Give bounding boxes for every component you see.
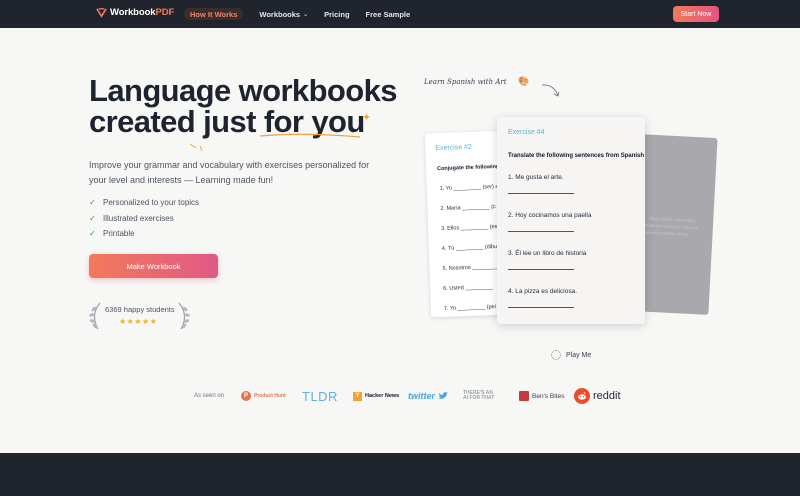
worksheet-card-exercise-4: Exercise #4 Translate the following sent… (497, 117, 645, 324)
nav-workbooks-label: Workbooks (259, 9, 301, 19)
exercise-row: 4. Tú _________ (dibu (441, 244, 498, 252)
feature-item: ✓ Personalized to your topics (89, 195, 199, 211)
play-label: Play Me (566, 351, 592, 359)
product-hunt-icon: P (241, 391, 251, 401)
back-card-text: ...dibujo retrato sobre reflejo fondo co… (644, 215, 698, 237)
answer-line (508, 307, 574, 308)
exercise-row: 2. María _________ (c (440, 204, 496, 212)
feature-list: ✓ Personalized to your topics ✓ Illustrate… (89, 195, 199, 242)
bens-bites-text: Ben's Bites (532, 392, 565, 400)
rating-stars-icon: ★★★★★ (119, 317, 158, 326)
footer-section (0, 453, 800, 496)
product-hunt-logo[interactable]: P Product Hunt (241, 389, 286, 403)
question-text: 4. La pizza es deliciosa. (508, 288, 578, 295)
twitter-text: twitter (408, 391, 435, 401)
tldr-text: TLDR (302, 388, 338, 404)
nav-pricing[interactable]: Pricing (324, 8, 349, 20)
feature-item: ✓ Printable (89, 226, 199, 242)
exercise-row: 6. Usted _________ (443, 284, 493, 292)
aift-line2: AI FOR THAT (463, 395, 495, 401)
feature-label: Printable (103, 229, 135, 239)
twitter-bird-icon (438, 392, 448, 399)
exercise-number: Exercise #4 (508, 129, 545, 136)
nav-how-it-works[interactable]: How It Works (184, 8, 244, 20)
reddit-icon (574, 388, 590, 404)
check-icon: ✓ (89, 198, 96, 208)
logo[interactable]: WorkbookPDF (96, 7, 174, 18)
as-seen-on-label: As seen on (194, 393, 225, 399)
top-navbar: WorkbookPDF How It Works Workbooks ⌄ Pric… (0, 0, 800, 28)
logo-text: WorkbookPDF (110, 7, 175, 18)
aift-text: THERE'S AN AI FOR THAT (463, 391, 494, 401)
feature-item: ✓ Illustrated exercises (89, 211, 199, 227)
happy-students-count: 6369 happy students (105, 305, 175, 314)
exercise-row: 5. Nosotros _________ (442, 263, 500, 272)
title-underline-decoration (189, 133, 361, 152)
hacker-news-logo[interactable]: Y Hacker News (353, 389, 399, 403)
exercise-row: 1. Yo _________ (ser) a (439, 183, 499, 192)
question-text: 2. Hoy cocinamos una paella (508, 212, 592, 219)
hacker-news-icon: Y (353, 391, 362, 401)
art-caption: Learn Spanish with Art (424, 78, 507, 86)
theres-an-ai-for-that-logo[interactable]: THERE'S AN AI FOR THAT (463, 389, 494, 403)
bens-bites-logo[interactable]: Ben's Bites (519, 389, 564, 403)
laurel-left-icon (89, 302, 101, 330)
answer-line (508, 231, 574, 232)
feature-label: Illustrated exercises (103, 213, 174, 223)
question-text: 1. Me gusta el arte. (508, 174, 564, 181)
start-now-button[interactable]: Start Now (673, 6, 719, 22)
answer-line (508, 269, 574, 270)
make-workbook-button[interactable]: Make Workbook (89, 254, 218, 278)
question-text: 3. Él lee un libro de historia (508, 250, 587, 257)
curved-arrow-icon (541, 84, 560, 97)
bens-bites-icon (519, 391, 529, 401)
palette-icon: 🎨 (518, 76, 530, 86)
product-hunt-text: Product Hunt (254, 393, 286, 399)
hero-title-line1: Language workbooks (89, 73, 397, 108)
play-me-button[interactable]: Play Me (551, 350, 591, 360)
answer-line (508, 193, 574, 194)
chevron-down-icon: ⌄ (303, 11, 309, 18)
tldr-logo[interactable]: TLDR (302, 388, 338, 404)
feature-label: Personalized to your topics (103, 198, 200, 208)
twitter-logo[interactable]: twitter (408, 389, 448, 403)
exercise-title: Translate the following sentences from S… (508, 153, 645, 159)
laurel-right-icon (178, 302, 190, 330)
exercise-row: 3. Ellos _________ (es (441, 224, 498, 232)
nav-links: How It Works Workbooks ⌄ Pricing Free Sam… (184, 8, 426, 20)
nav-free-sample[interactable]: Free Sample (366, 8, 411, 20)
exercise-row: 7. Yo _________ (pei (443, 304, 497, 312)
sparkle-icon: ✦ (362, 112, 372, 124)
play-icon (551, 350, 561, 360)
check-icon: ✓ (89, 229, 96, 239)
exercise-number: Exercise #2 (435, 143, 473, 153)
reddit-text: reddit (593, 390, 621, 402)
hacker-news-text: Hacker News (365, 393, 400, 399)
nav-workbooks[interactable]: Workbooks ⌄ (259, 8, 308, 20)
check-icon: ✓ (89, 213, 96, 223)
logo-icon (96, 8, 107, 18)
exercise-title: Conjugate the following (436, 163, 500, 173)
hero-subtitle: Improve your grammar and vocabulary with… (89, 160, 370, 185)
hero-title: Language workbooks created just for you (89, 75, 397, 137)
reddit-logo[interactable]: reddit (574, 387, 621, 405)
